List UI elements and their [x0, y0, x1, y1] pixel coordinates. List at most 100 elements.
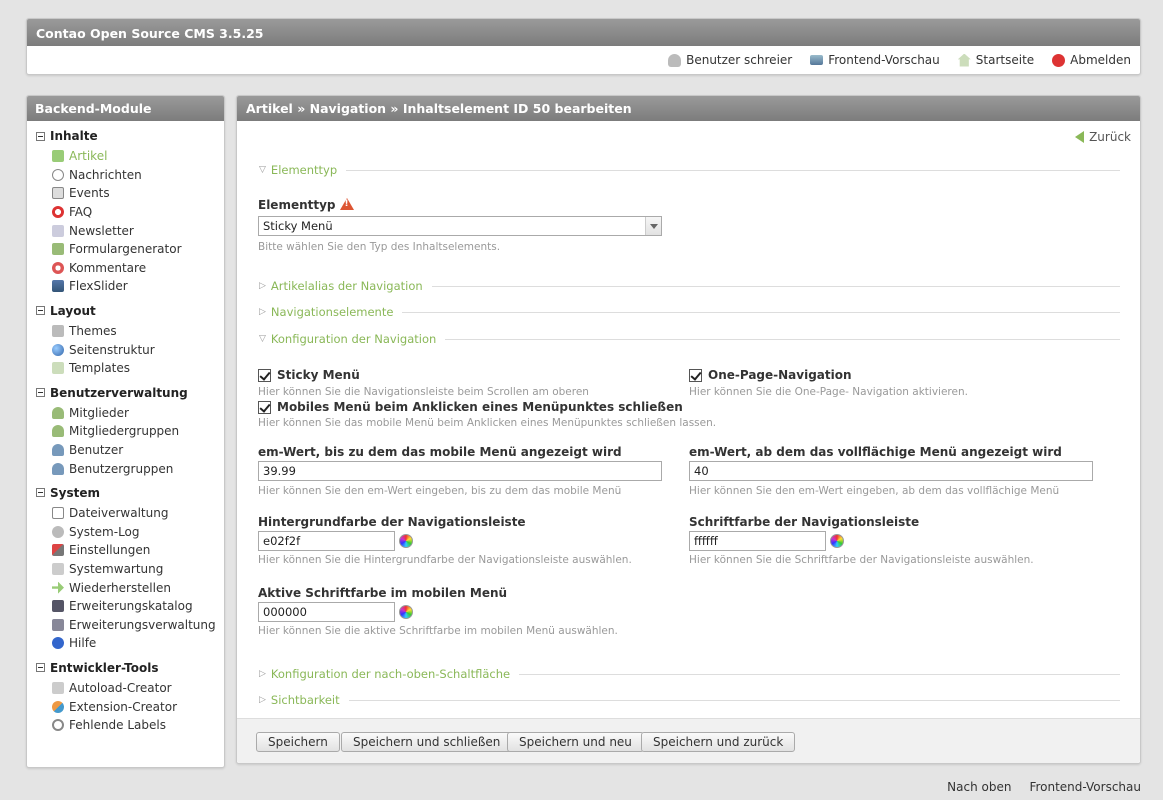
sidebar-item-label: Erweiterungsverwaltung — [69, 617, 216, 632]
bg-color-input[interactable] — [258, 531, 395, 551]
user-link-label: Benutzer schreier — [686, 53, 793, 67]
save-button[interactable]: Speichern — [256, 732, 340, 752]
legend-elementtyp[interactable]: ▽ Elementtyp — [259, 163, 1120, 177]
chevron-right-icon: ▷ — [259, 307, 266, 317]
save-new-button[interactable]: Speichern und neu — [507, 732, 644, 752]
mail-icon — [52, 224, 64, 237]
sidebar-item-mitglieder[interactable]: Mitglieder — [27, 404, 224, 423]
em-mobile-input[interactable] — [258, 461, 662, 481]
legend-config[interactable]: ▽ Konfiguration der Navigation — [259, 332, 1120, 346]
legend-label: Artikelalias der Navigation — [270, 279, 423, 293]
member-group-icon — [52, 425, 64, 438]
divider — [445, 338, 1120, 340]
sidebar-item-hilfe[interactable]: Hilfe — [27, 634, 224, 653]
sidebar-item-label: Wiederherstellen — [69, 580, 171, 595]
sidebar-item-artikel[interactable]: Artikel — [27, 147, 224, 166]
sidebar-item-erweiterungsverwaltung[interactable]: Erweiterungsverwaltung — [27, 615, 224, 634]
footer-preview-link[interactable]: Frontend-Vorschau — [1029, 780, 1141, 794]
type-label: Elementtyp — [258, 198, 354, 212]
legend-visibility[interactable]: ▷ Sichtbarkeit — [259, 693, 1120, 707]
font-color-input[interactable] — [689, 531, 826, 551]
sidebar-item-templates[interactable]: Templates — [27, 359, 224, 378]
sidebar-item-newsletter[interactable]: Newsletter — [27, 221, 224, 240]
sidebar-item-benutzer[interactable]: Benutzer — [27, 441, 224, 460]
save-close-button[interactable]: Speichern und schließen — [341, 732, 513, 752]
sidebar-item-dateiverwaltung[interactable]: Dateiverwaltung — [27, 504, 224, 523]
sidebar-item-system-log[interactable]: System-Log — [27, 523, 224, 542]
group-title: Layout — [50, 303, 96, 318]
calendar-icon — [52, 187, 64, 200]
group-inhalte: Inhalte Artikel Nachrichten Events FAQ N… — [27, 128, 224, 296]
catalog-icon — [52, 600, 64, 613]
color-picker-icon[interactable] — [830, 534, 844, 548]
group-toggle-layout[interactable]: Layout — [27, 303, 224, 319]
sidebar-item-kommentare[interactable]: Kommentare — [27, 259, 224, 278]
group-toggle-system[interactable]: System — [27, 485, 224, 501]
header-links: Benutzer schreier Frontend-Vorschau Star… — [668, 53, 1131, 67]
member-icon — [52, 406, 64, 419]
mobile-close-checkbox[interactable] — [258, 401, 271, 414]
sidebar-item-formulargenerator[interactable]: Formulargenerator — [27, 240, 224, 259]
color-picker-icon[interactable] — [399, 534, 413, 548]
legend-elements[interactable]: ▷ Navigationselemente — [259, 305, 1120, 319]
em-full-input[interactable] — [689, 461, 1093, 481]
chevron-down-icon[interactable] — [645, 217, 661, 235]
active-color-input[interactable] — [258, 602, 395, 622]
sidebar-item-label: Newsletter — [69, 223, 134, 238]
page-title: Artikel » Navigation » Inhaltselement ID… — [237, 96, 1140, 121]
sidebar-item-faq[interactable]: FAQ — [27, 203, 224, 222]
back-link[interactable]: Zurück — [1075, 130, 1131, 144]
frontend-preview-link[interactable]: Frontend-Vorschau — [810, 53, 940, 67]
sidebar: Backend-Module Inhalte Artikel Nachricht… — [26, 95, 225, 768]
help-icon — [52, 637, 64, 650]
sidebar-item-seitenstruktur[interactable]: Seitenstruktur — [27, 340, 224, 359]
sidebar-item-events[interactable]: Events — [27, 184, 224, 203]
group-toggle-benutzerverwaltung[interactable]: Benutzerverwaltung — [27, 385, 224, 401]
sidebar-item-erweiterungskatalog[interactable]: Erweiterungskatalog — [27, 597, 224, 616]
type-select[interactable]: Sticky Menü — [258, 216, 662, 236]
home-link[interactable]: Startseite — [957, 53, 1034, 67]
sticky-label: Sticky Menü — [277, 368, 360, 382]
chevron-right-icon: ▷ — [259, 669, 266, 679]
collapse-icon — [36, 388, 45, 398]
mobile-close-hint: Hier können Sie das mobile Menü beim Ank… — [258, 417, 717, 429]
user-icon — [52, 444, 64, 457]
chevron-right-icon: ▷ — [259, 281, 266, 291]
sidebar-item-nachrichten[interactable]: Nachrichten — [27, 166, 224, 185]
sidebar-item-systemwartung[interactable]: Systemwartung — [27, 560, 224, 579]
sidebar-item-label: Benutzergruppen — [69, 461, 174, 476]
save-back-button[interactable]: Speichern und zurück — [641, 732, 796, 752]
sidebar-item-flexslider[interactable]: FlexSlider — [27, 277, 224, 296]
sidebar-item-benutzergruppen[interactable]: Benutzergruppen — [27, 459, 224, 478]
logout-link[interactable]: Abmelden — [1052, 53, 1131, 67]
sidebar-item-fehlende-labels[interactable]: Fehlende Labels — [27, 716, 224, 735]
sidebar-item-wiederherstellen[interactable]: Wiederherstellen — [27, 578, 224, 597]
legend-top-button[interactable]: ▷ Konfiguration der nach-oben-Schaltfläc… — [259, 667, 1120, 681]
chevron-down-icon: ▽ — [259, 334, 266, 344]
maintenance-icon — [52, 562, 64, 575]
chevron-down-icon: ▽ — [259, 165, 266, 175]
color-picker-icon[interactable] — [399, 605, 413, 619]
sidebar-item-label: FlexSlider — [69, 279, 128, 294]
group-title: Inhalte — [50, 129, 98, 143]
back-to-top-link[interactable]: Nach oben — [947, 780, 1011, 794]
sidebar-item-label: Artikel — [69, 149, 108, 164]
sticky-checkbox[interactable] — [258, 369, 271, 382]
font-color-label: Schriftfarbe der Navigationsleiste — [689, 515, 920, 529]
footer-links: Nach oben Frontend-Vorschau — [947, 780, 1141, 794]
sidebar-item-mitgliedergruppen[interactable]: Mitgliedergruppen — [27, 422, 224, 441]
em-mobile-label: em-Wert, bis zu dem das mobile Menü ange… — [258, 445, 622, 459]
group-toggle-inhalte[interactable]: Inhalte — [27, 128, 224, 144]
sidebar-item-einstellungen[interactable]: Einstellungen — [27, 541, 224, 560]
user-link[interactable]: Benutzer schreier — [668, 53, 792, 67]
sidebar-item-autoload-creator[interactable]: Autoload-Creator — [27, 679, 224, 698]
sidebar-item-themes[interactable]: Themes — [27, 322, 224, 341]
divider — [402, 311, 1120, 313]
sidebar-item-label: Nachrichten — [69, 167, 142, 182]
active-color-hint: Hier können Sie die aktive Schriftfarbe … — [258, 625, 618, 637]
group-toggle-entwickler-tools[interactable]: Entwickler-Tools — [27, 660, 224, 676]
onepage-checkbox[interactable] — [689, 369, 702, 382]
legend-alias[interactable]: ▷ Artikelalias der Navigation — [259, 279, 1120, 293]
sidebar-item-extension-creator[interactable]: Extension-Creator — [27, 697, 224, 716]
sidebar-item-label: Formulargenerator — [69, 242, 182, 257]
